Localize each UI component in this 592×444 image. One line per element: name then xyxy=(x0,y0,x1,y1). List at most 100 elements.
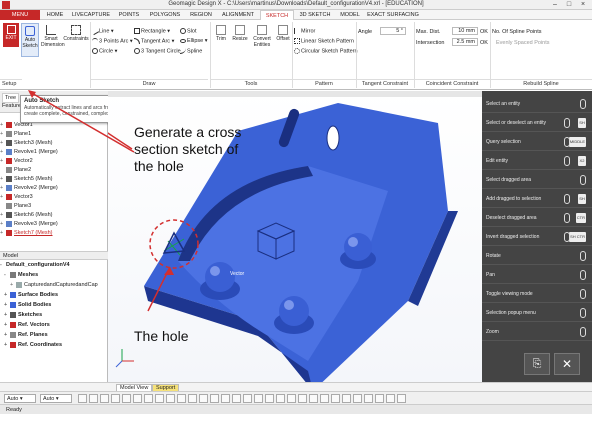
tab-feature[interactable]: Feature xyxy=(2,103,21,109)
view-tool-icon[interactable] xyxy=(254,394,263,403)
view-tool-icon[interactable] xyxy=(89,394,98,403)
model-tree-item[interactable]: + Sketches xyxy=(4,311,42,320)
tree-item[interactable]: + Revolve2 (Merge) xyxy=(0,184,58,193)
linear-sketch-pattern-tool[interactable]: Linear Sketch Pattern xyxy=(294,38,354,44)
mirror-tool[interactable]: Mirror xyxy=(294,28,315,34)
view-tool-icon[interactable] xyxy=(144,394,153,403)
view-tool-icon[interactable] xyxy=(276,394,285,403)
tree-item[interactable]: + Sketch6 (Mesh) xyxy=(0,211,53,220)
view-tool-icon[interactable] xyxy=(320,394,329,403)
close-icon[interactable]: × xyxy=(576,0,590,10)
view-tool-icon[interactable] xyxy=(221,394,230,403)
view-tool-icon[interactable] xyxy=(342,394,351,403)
view-tool-icon[interactable] xyxy=(353,394,362,403)
tree-item[interactable]: + Vector2 xyxy=(0,157,33,166)
constraints-button[interactable]: Constraints xyxy=(63,23,89,57)
view-tool-icon[interactable] xyxy=(375,394,384,403)
model-tree-item[interactable]: + Ref. Coordinates xyxy=(4,341,62,350)
tree-item-active[interactable]: + Sketch7 (Mesh) xyxy=(0,229,53,238)
model-tree-item[interactable]: + Surface Bodies xyxy=(4,291,58,300)
ellipse-tool[interactable]: Ellipse ▾ xyxy=(180,38,208,44)
cancel-button[interactable]: ✕ xyxy=(554,353,580,375)
view-tool-icon[interactable] xyxy=(364,394,373,403)
tab-alignment[interactable]: ALIGNMENT xyxy=(218,10,258,20)
tree-item[interactable]: + Plane1 xyxy=(0,130,31,139)
view-tool-icon[interactable] xyxy=(265,394,274,403)
tree-item[interactable]: + Revolve3 (Merge) xyxy=(0,220,58,229)
tab-points[interactable]: POINTS xyxy=(114,10,144,20)
angle-input[interactable]: 5 ° xyxy=(380,27,406,35)
view-tool-icon[interactable] xyxy=(331,394,340,403)
model-tree-item[interactable]: + CapturedandCapturedandCap xyxy=(10,281,98,290)
model-tree-item[interactable]: - Meshes xyxy=(4,271,38,280)
view-tool-icon[interactable] xyxy=(232,394,241,403)
resize-button[interactable]: Resize xyxy=(230,23,250,57)
view-tool-icon[interactable] xyxy=(133,394,142,403)
view-tool-icon[interactable] xyxy=(78,394,87,403)
evenly-spaced-points-option[interactable]: Evenly Spaced Points xyxy=(496,40,550,46)
3d-viewport[interactable]: Vector Generate a cross section sketch o… xyxy=(108,91,482,386)
three-tangent-circle-tool[interactable]: 3 Tangent Circle xyxy=(134,48,181,54)
spline-tool[interactable]: Spline xyxy=(180,48,202,54)
three-points-arc-tool[interactable]: 3 Points Arc ▾ xyxy=(92,38,133,44)
view-tool-icon[interactable] xyxy=(166,394,175,403)
tree-item[interactable]: + Sketch5 (Mesh) xyxy=(0,175,53,184)
selection-filter-dropdown[interactable]: Auto ▾ xyxy=(4,394,36,403)
view-tool-icon[interactable] xyxy=(397,394,406,403)
line-tool[interactable]: Line ▾ xyxy=(90,26,114,36)
tree-item[interactable]: + Vector3 xyxy=(0,193,33,202)
convert-entities-button[interactable]: Convert Entities xyxy=(250,23,274,57)
tab-model[interactable]: MODEL xyxy=(336,10,364,20)
ok-button[interactable]: OK xyxy=(480,29,488,35)
tab-exact-surfacing[interactable]: EXACT SURFACING xyxy=(366,10,420,20)
tree-item[interactable]: + Revolve1 (Merge) xyxy=(0,148,58,157)
smart-dimension-button[interactable]: Smart Dimension xyxy=(41,23,65,57)
tree-item[interactable]: Plane2 xyxy=(0,166,31,175)
exit-mode-button[interactable]: ⎘ xyxy=(524,353,550,375)
circular-sketch-pattern-tool[interactable]: Circular Sketch Pattern xyxy=(294,48,358,54)
model-root[interactable]: - Default_configurationV4 xyxy=(0,261,70,270)
model-tree-item[interactable]: + Ref. Planes xyxy=(4,331,48,340)
tab-sketch[interactable]: SKETCH xyxy=(260,10,294,20)
tab-menu[interactable]: MENU xyxy=(0,10,40,20)
offset-button[interactable]: Offset xyxy=(274,23,292,57)
tab-home[interactable]: HOME xyxy=(42,10,68,20)
view-tool-icon[interactable] xyxy=(386,394,395,403)
rectangle-tool[interactable]: Rectangle ▾ xyxy=(134,28,170,34)
tangent-arc-tool[interactable]: Tangent Arc ▾ xyxy=(134,38,174,44)
exit-button[interactable]: EXIT xyxy=(3,23,19,47)
view-tool-icon[interactable] xyxy=(210,394,219,403)
view-tool-icon[interactable] xyxy=(243,394,252,403)
circle-tool[interactable]: Circle ▾ xyxy=(92,48,117,54)
intersection-input[interactable]: 2.5 mm xyxy=(452,38,478,46)
view-tool-icon[interactable] xyxy=(155,394,164,403)
max-dist-input[interactable]: 10 mm xyxy=(452,27,478,35)
view-tool-icon[interactable] xyxy=(177,394,186,403)
view-tool-icon[interactable] xyxy=(199,394,208,403)
auto-sketch-button[interactable]: Auto Sketch xyxy=(21,23,39,57)
tab-polygons[interactable]: POLYGONS xyxy=(146,10,184,20)
trim-button[interactable]: Trim xyxy=(212,23,230,57)
view-tool-icon[interactable] xyxy=(100,394,109,403)
tab-livecapture[interactable]: LIVECAPTURE xyxy=(70,10,112,20)
minimize-icon[interactable]: – xyxy=(548,0,562,10)
view-tool-icon[interactable] xyxy=(287,394,296,403)
mouse-help-label: Zoom xyxy=(486,329,499,335)
ok-button-2[interactable]: OK xyxy=(480,40,488,46)
view-tool-icon[interactable] xyxy=(298,394,307,403)
tab-region[interactable]: REGION xyxy=(186,10,216,20)
group-divider xyxy=(292,22,293,88)
model-tree-item[interactable]: + Ref. Vectors xyxy=(4,321,50,330)
model-tree-item[interactable]: + Solid Bodies xyxy=(4,301,51,310)
tree-item[interactable]: Plane3 xyxy=(0,202,31,211)
view-tool-icon[interactable] xyxy=(309,394,318,403)
view-tool-icon[interactable] xyxy=(111,394,120,403)
tree-item[interactable]: + Sketch3 (Mesh) xyxy=(0,139,53,148)
slot-tool[interactable]: Slot xyxy=(180,28,196,34)
tab-3d-sketch[interactable]: 3D SKETCH xyxy=(296,10,334,20)
view-tool-icon[interactable] xyxy=(188,394,197,403)
tab-tree[interactable]: Tree xyxy=(2,93,20,103)
selection-mode-dropdown[interactable]: Auto ▾ xyxy=(40,394,72,403)
maximize-icon[interactable]: □ xyxy=(562,0,576,10)
view-tool-icon[interactable] xyxy=(122,394,131,403)
